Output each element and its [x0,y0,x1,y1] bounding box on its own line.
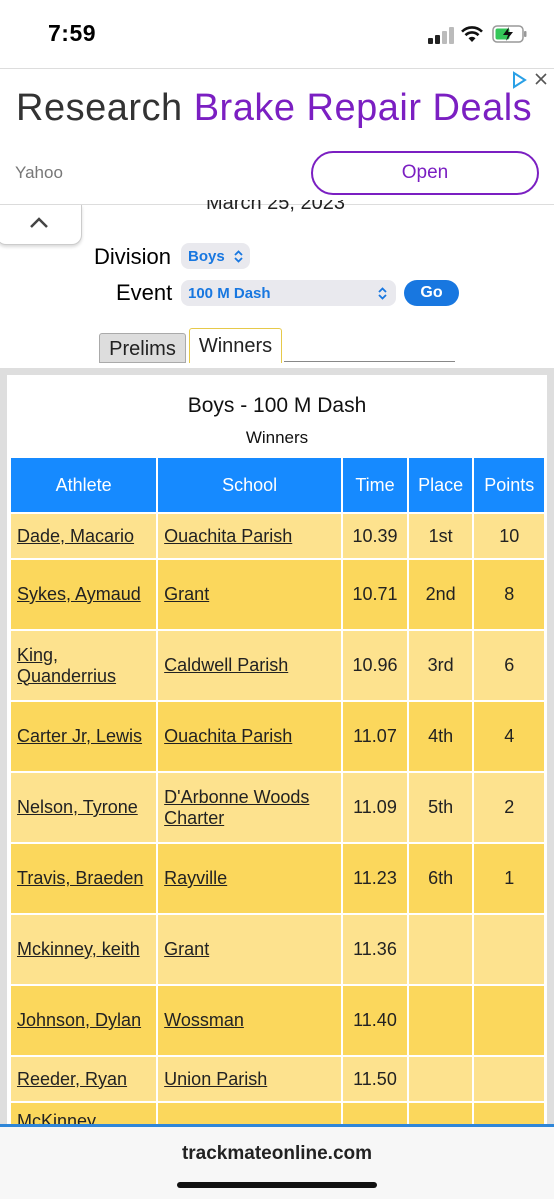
school-link[interactable]: Grant [158,915,342,984]
place-cell: 4th [408,702,473,771]
time-cell: 11.40 [343,986,407,1055]
place-cell: 6th [408,844,473,913]
browser-address-bar[interactable]: trackmateonline.com [0,1124,554,1199]
time-cell: 11.23 [343,844,407,913]
time-cell: 10.39 [343,514,407,558]
time-cell: 11.50 [343,1057,407,1101]
school-link[interactable]: Grant [158,560,342,629]
header-athlete[interactable]: Athlete [11,458,157,512]
table-row: Dade, Macario Ouachita Parish 10.39 1st … [11,514,544,558]
points-cell: 2 [474,773,544,842]
time-cell: 11.09 [343,773,407,842]
place-cell: 5th [408,773,473,842]
ad-close-icon[interactable] [535,73,547,85]
results-subtitle: Winners [245,428,309,447]
athlete-link[interactable]: Johnson, Dylan [11,986,157,1055]
header-school[interactable]: School [158,458,342,512]
athlete-link[interactable]: King, Quanderrius [11,631,157,700]
place-cell [408,986,473,1055]
time-cell: 10.96 [343,631,407,700]
athlete-link[interactable]: Carter Jr, Lewis [11,702,157,771]
school-link[interactable]: Caldwell Parish [158,631,342,700]
select-arrows-icon [234,250,243,263]
event-select[interactable]: 100 M Dash [181,280,396,306]
school-link[interactable]: Ouachita Parish [158,514,342,558]
points-cell: 10 [474,514,544,558]
athlete-link[interactable]: Mckinney, keith [11,915,157,984]
chevron-up-icon [30,217,48,228]
event-select-value: 100 M Dash [188,285,271,302]
table-row: Mckinney, keith Grant 11.36 [11,915,544,984]
ad-source: Yahoo [15,163,63,182]
table-row: Reeder, Ryan Union Parish 11.50 [11,1057,544,1101]
results-table: Athlete School Time Place Points Dade, M… [9,456,546,1174]
go-button[interactable]: Go [404,280,459,306]
ad-choices-icon[interactable] [510,71,528,89]
points-cell [474,915,544,984]
home-indicator[interactable] [177,1182,377,1188]
athlete-link[interactable]: Travis, Braeden [11,844,157,913]
school-link[interactable]: Union Parish [158,1057,342,1101]
ad-headline[interactable]: Research Brake Repair Deals [16,87,532,130]
time-cell: 11.07 [343,702,407,771]
select-arrows-icon [378,287,387,300]
time-cell: 10.71 [343,560,407,629]
points-cell: 8 [474,560,544,629]
table-row: Travis, Braeden Rayville 11.23 6th 1 [11,844,544,913]
tab-winners[interactable]: Winners [189,328,282,363]
points-cell [474,986,544,1055]
ad-headline-prefix: Research [16,87,194,129]
table-row: Sykes, Aymaud Grant 10.71 2nd 8 [11,560,544,629]
ad-headline-accent: Brake Repair Deals [193,87,533,129]
tab-divider [284,361,455,362]
place-cell [408,1057,473,1101]
place-cell [408,915,473,984]
school-link[interactable]: Wossman [158,986,342,1055]
points-cell: 1 [474,844,544,913]
athlete-link[interactable]: Sykes, Aymaud [11,560,157,629]
ad-banner[interactable]: Research Brake Repair Deals Yahoo Open [0,68,554,205]
status-bar: 7:59 [0,0,554,68]
table-row: Carter Jr, Lewis Ouachita Parish 11.07 4… [11,702,544,771]
wifi-icon [461,26,483,42]
points-cell [474,1057,544,1101]
ad-open-button[interactable]: Open [311,151,539,195]
athlete-link[interactable]: Reeder, Ryan [11,1057,157,1101]
place-cell: 1st [408,514,473,558]
points-cell: 4 [474,702,544,771]
collapse-ad-button[interactable] [0,205,82,245]
school-link[interactable]: Ouachita Parish [158,702,342,771]
table-row: Johnson, Dylan Wossman 11.40 [11,986,544,1055]
table-header-row: Athlete School Time Place Points [11,458,544,512]
table-row: King, Quanderrius Caldwell Parish 10.96 … [11,631,544,700]
status-time: 7:59 [48,20,97,46]
event-label: Event [116,280,173,305]
place-cell: 3rd [408,631,473,700]
tab-prelims[interactable]: Prelims [99,333,186,363]
header-points[interactable]: Points [474,458,544,512]
time-cell: 11.36 [343,915,407,984]
header-place[interactable]: Place [408,458,473,512]
school-link[interactable]: Rayville [158,844,342,913]
division-select[interactable]: Boys [181,243,250,269]
points-cell: 6 [474,631,544,700]
results-title: Boys - 100 M Dash [187,394,367,417]
athlete-link[interactable]: Dade, Macario [11,514,157,558]
school-link[interactable]: D'Arbonne Woods Charter [158,773,342,842]
url-text[interactable]: trackmateonline.com [0,1143,554,1165]
athlete-link[interactable]: Nelson, Tyrone [11,773,157,842]
battery-charging-icon [492,25,527,43]
place-cell: 2nd [408,560,473,629]
meet-date: March 25, 2023 [206,200,345,214]
header-time[interactable]: Time [343,458,407,512]
division-select-value: Boys [188,248,225,265]
table-row: Nelson, Tyrone D'Arbonne Woods Charter 1… [11,773,544,842]
division-label: Division [94,244,172,269]
cellular-signal-icon [428,27,456,44]
